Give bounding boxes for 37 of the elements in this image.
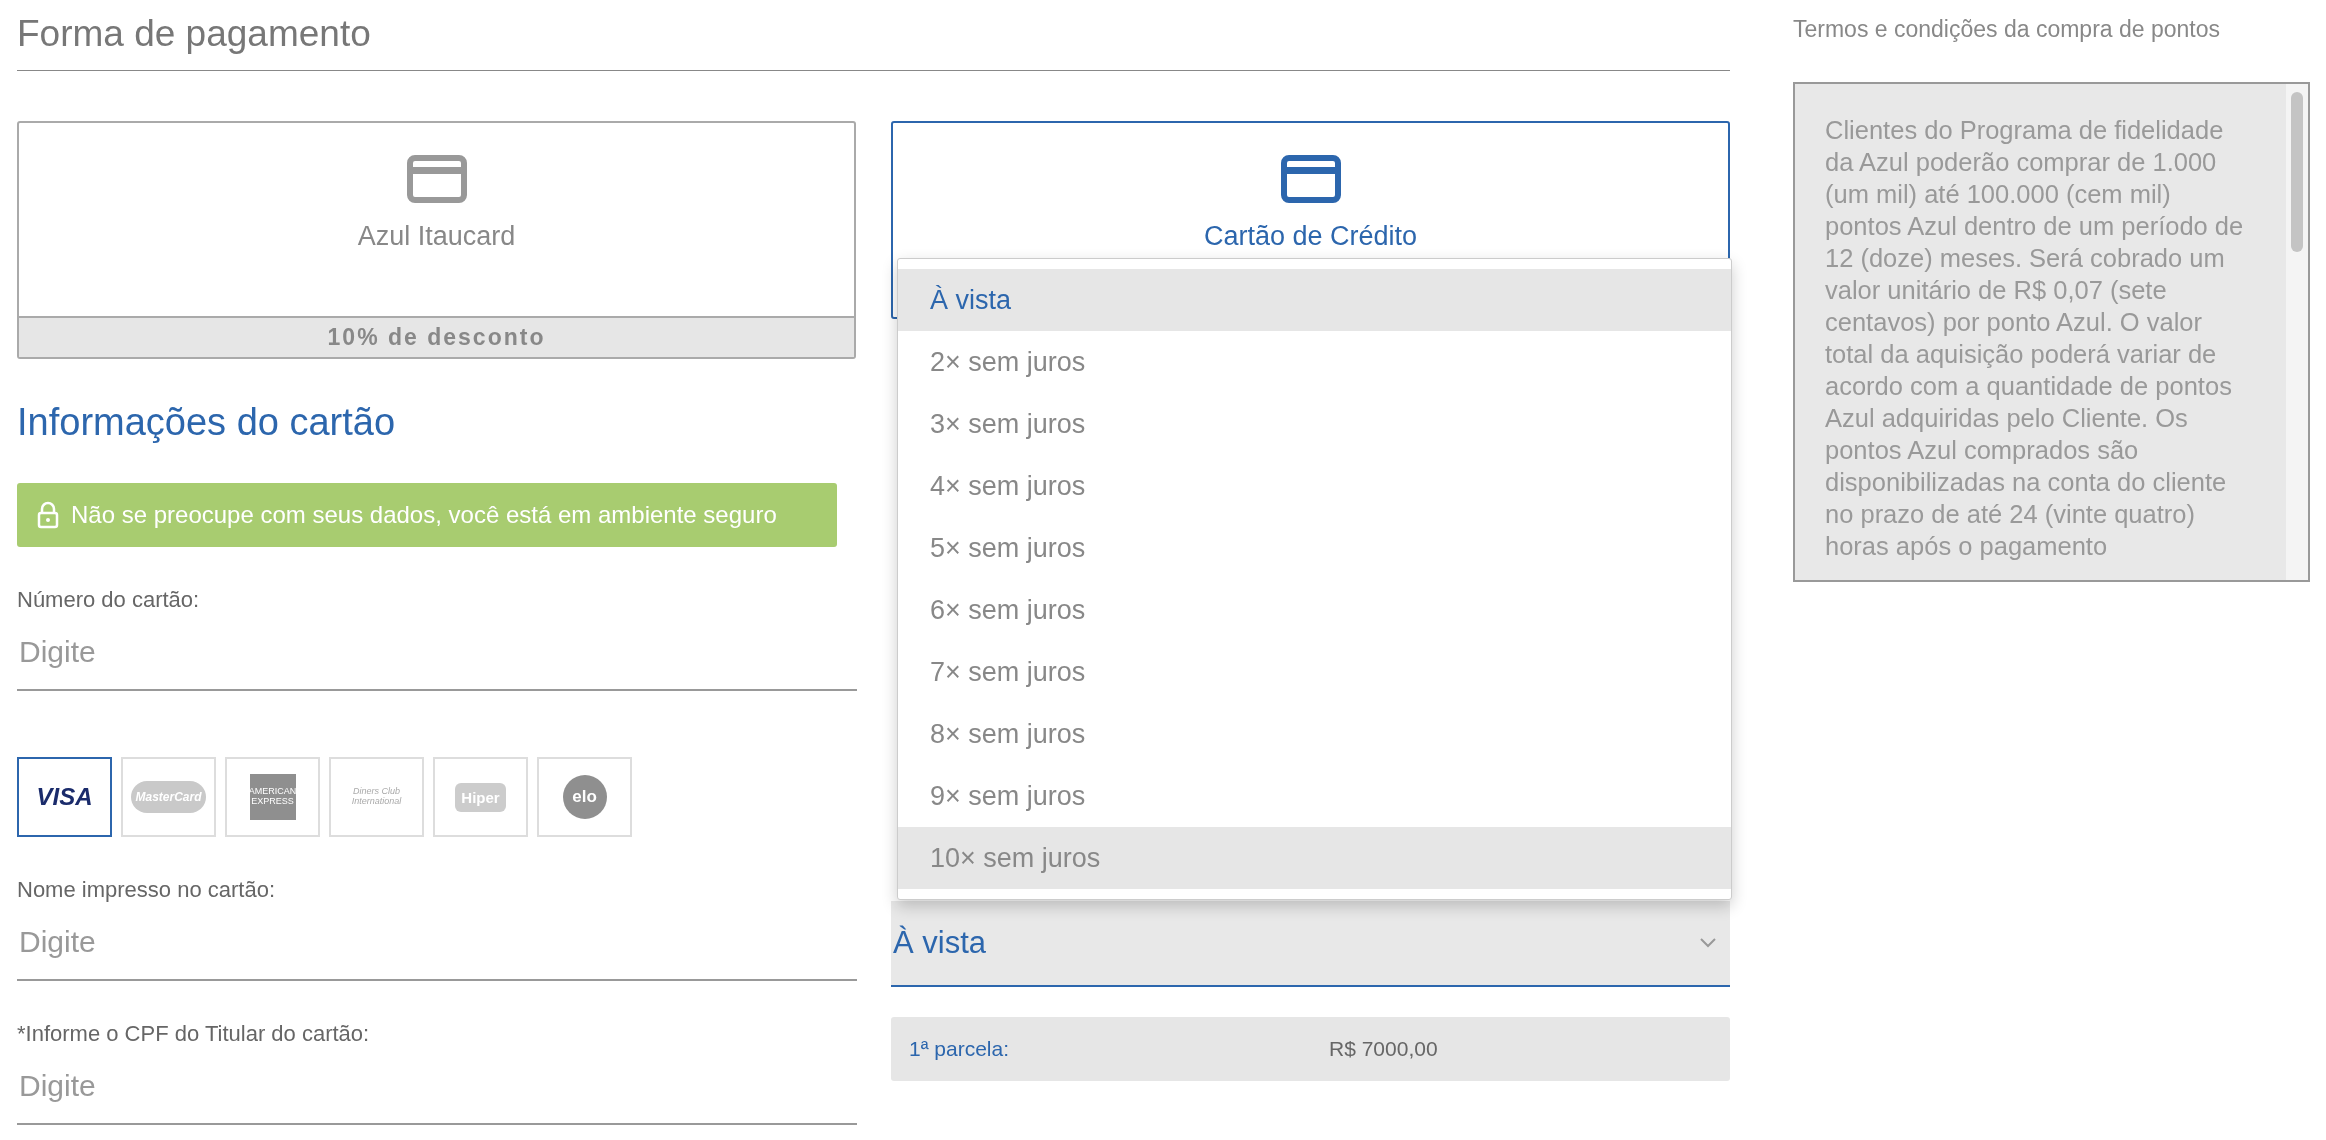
input-field[interactable]: Digite xyxy=(17,613,857,691)
chevron-down-icon xyxy=(1700,938,1716,948)
installment-label: 1ª parcela: xyxy=(909,1037,1010,1061)
field-label: *Informe o CPF do Titular do cartão: xyxy=(17,1021,371,1047)
card-brand-option[interactable]: AMERICAN EXPRESS xyxy=(225,757,320,837)
field-label: Nome impresso no cartão: xyxy=(17,877,276,903)
dropdown-option[interactable]: 5× sem juros xyxy=(898,517,1731,579)
dropdown-option[interactable]: 8× sem juros xyxy=(898,703,1731,765)
terms-title: Termos e condições da compra de pontos xyxy=(1793,16,2222,44)
method-label: Cartão de Crédito xyxy=(1203,221,1418,252)
installment-value: R$ 7000,00 xyxy=(1329,1037,1438,1061)
dropdown-option[interactable]: À vista xyxy=(898,269,1731,331)
credit-card-icon xyxy=(406,155,467,203)
field-label: Número do cartão: xyxy=(17,587,201,613)
input-field[interactable]: Digite xyxy=(17,1047,857,1125)
discount-bar: 10% de desconto xyxy=(19,316,854,357)
credit-card-icon xyxy=(1280,155,1341,203)
input-field[interactable]: Digite xyxy=(17,903,857,981)
dropdown-option[interactable]: 9× sem juros xyxy=(898,765,1731,827)
notice-text: Não se preocupe com seus dados, você está em ambiente seguro xyxy=(71,501,777,529)
dropdown-option[interactable]: 6× sem juros xyxy=(898,579,1731,641)
card-brand-option[interactable]: VISA xyxy=(17,757,112,837)
section-heading: Informações do cartão xyxy=(17,401,397,445)
dropdown-option[interactable]: 7× sem juros xyxy=(898,641,1731,703)
method-label: Azul Itaucard xyxy=(357,221,516,252)
page-title: Forma de pagamento xyxy=(17,12,372,56)
card-brand-option[interactable]: elo xyxy=(537,757,632,837)
lock-icon xyxy=(37,501,59,529)
installment-select[interactable]: À vista xyxy=(891,901,1730,987)
dropdown-option[interactable]: 3× sem juros xyxy=(898,393,1731,455)
dropdown-option[interactable]: 2× sem juros xyxy=(898,331,1731,393)
payment-method-card[interactable]: Azul Itaucard 10% de desconto xyxy=(17,121,856,359)
scrollbar-thumb[interactable] xyxy=(2291,92,2303,252)
terms-text: Clientes do Programa de fidelidade da Azul poderão comprar de 1.000 (um mil) até 100.000 (cem mil) pontos Azul dentro de um período de 12 (doze) meses. Será cobrado um valor unitário de R$ 0,07 (sete centavos) por ponto Azul. O valor total da aquisição poderá variar de acordo com a quantidade de pontos Azul adquiridas pelo Cliente. Os pontos Azul comprados são disponibilizadas na conta do cliente no prazo de até 24 (vinte quatro) horas após o pagamento xyxy=(1824,115,2245,562)
card-brand-option[interactable]: Diners Club International xyxy=(329,757,424,837)
dropdown-option[interactable]: 10× sem juros xyxy=(898,827,1731,889)
dropdown-option[interactable]: 4× sem juros xyxy=(898,455,1731,517)
